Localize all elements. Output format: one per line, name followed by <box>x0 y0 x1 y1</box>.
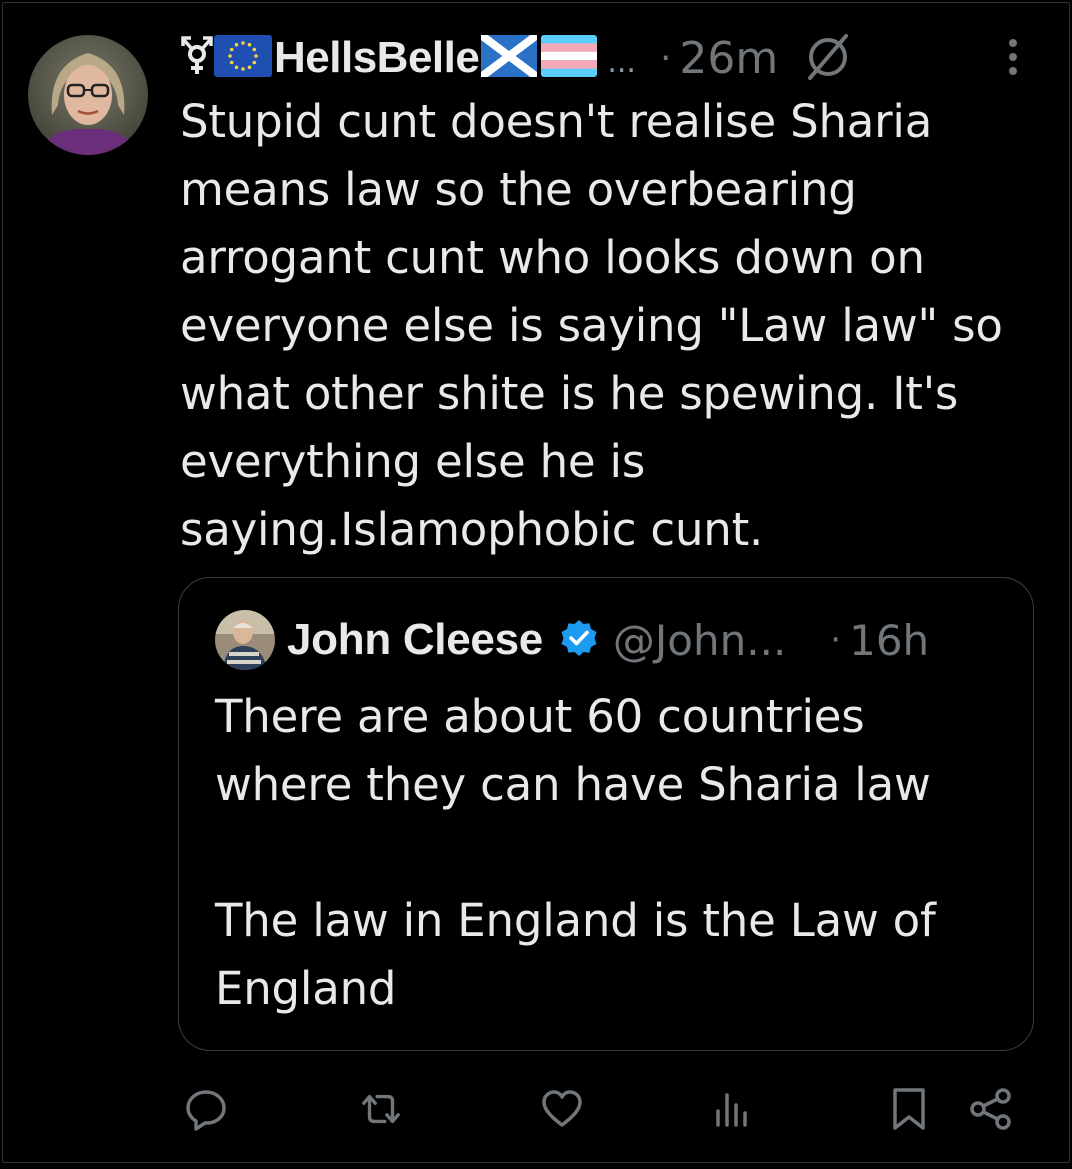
heart-icon[interactable] <box>539 1086 585 1132</box>
scotland-flag-icon <box>478 31 540 81</box>
verified-badge-icon <box>559 618 599 662</box>
quoted-author-handle[interactable]: @John... <box>613 616 786 665</box>
separator-dot: · <box>830 620 842 660</box>
quoted-tweet[interactable]: John Cleese @John... · 16h There are abo… <box>178 577 1034 1051</box>
retweet-icon[interactable] <box>358 1086 404 1132</box>
tweet-timestamp[interactable]: 26m <box>679 33 778 84</box>
author-name[interactable]: HellsBelle <box>274 33 480 83</box>
separator-dot: · <box>659 37 672 79</box>
reply-icon[interactable] <box>183 1086 229 1132</box>
quoted-author-avatar <box>215 610 275 670</box>
tweet-text: Stupid cunt doesn't realise Sharia means… <box>180 95 1003 556</box>
trans-pride-flag-icon <box>541 35 598 81</box>
eu-flag-icon <box>214 35 272 81</box>
no-symbol-icon <box>802 30 854 86</box>
name-truncation: ... <box>607 44 636 80</box>
quoted-tweet-text: There are about 60 countries where they … <box>215 690 936 1015</box>
quoted-author-name[interactable]: John Cleese <box>287 615 543 665</box>
share-icon[interactable] <box>968 1086 1014 1132</box>
quoted-tweet-header: John Cleese @John... · 16h <box>215 608 929 672</box>
views-icon[interactable] <box>709 1086 755 1132</box>
quoted-tweet-timestamp: 16h <box>849 615 930 665</box>
more-vertical-icon[interactable] <box>1001 36 1025 84</box>
bookmark-icon[interactable] <box>886 1086 932 1132</box>
transgender-symbol-icon <box>180 34 214 82</box>
tweet-header: HellsBelle ... · 26m <box>180 28 1040 88</box>
author-avatar[interactable] <box>28 35 148 155</box>
